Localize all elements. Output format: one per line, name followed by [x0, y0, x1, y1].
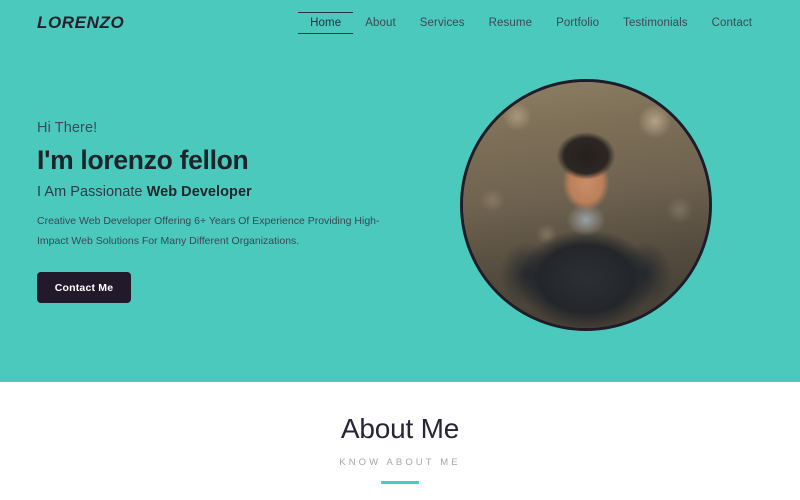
about-section-title: About Me	[340, 413, 460, 444]
hero-text-block: Hi There! I'm lorenzo fellon I Am Passio…	[37, 120, 397, 304]
nav-item-contact[interactable]: Contact	[700, 13, 764, 33]
main-navigation: LORENZO Home About Services Resume Portf…	[0, 0, 800, 46]
portrait-image	[463, 82, 709, 328]
nav-item-portfolio[interactable]: Portfolio	[544, 13, 611, 33]
nav-item-testimonials[interactable]: Testimonials	[611, 13, 699, 33]
about-section: About Me KNOW ABOUT ME	[0, 382, 800, 500]
hero-headline: I'm lorenzo fellon	[37, 145, 249, 175]
portfolio-landing-page: LORENZO Home About Services Resume Portf…	[0, 0, 800, 500]
nav-item-about[interactable]: About	[353, 13, 408, 33]
nav-item-services[interactable]: Services	[408, 13, 477, 33]
about-section-subtitle: KNOW ABOUT ME	[339, 456, 461, 468]
nav-item-resume[interactable]: Resume	[477, 13, 544, 33]
contact-me-button[interactable]: Contact Me	[37, 272, 131, 304]
hero-subheadline-role: Web Developer	[146, 184, 252, 201]
hero-subheadline-prefix: I Am Passionate	[37, 184, 147, 201]
hero-description: Creative Web Developer Offering 6+ Years…	[37, 215, 380, 247]
hero-subheadline: I Am Passionate Web Developer	[37, 184, 397, 200]
hero-section: LORENZO Home About Services Resume Portf…	[0, 0, 800, 382]
hero-portrait-photo	[460, 79, 712, 331]
nav-link-list: Home About Services Resume Portfolio Tes…	[298, 12, 764, 34]
nav-item-home[interactable]: Home	[298, 12, 354, 34]
hero-greeting: Hi There!	[37, 120, 98, 136]
about-accent-divider	[381, 480, 419, 484]
site-logo[interactable]: LORENZO	[37, 13, 124, 33]
